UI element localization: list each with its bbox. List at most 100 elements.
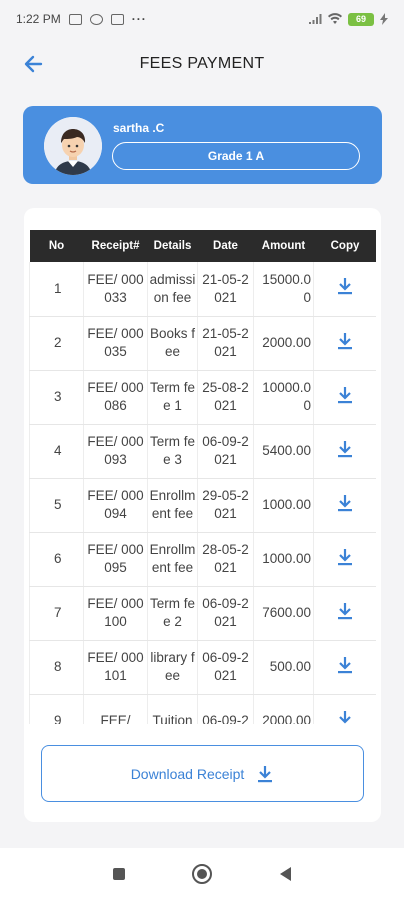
cell-no: 3: [29, 370, 84, 425]
status-right: 69: [308, 12, 388, 26]
cell-receipt: FEE/ 000093: [83, 424, 148, 479]
column-header-copy: Copy: [313, 230, 376, 262]
cell-details: Tuition: [147, 694, 198, 724]
table-row: 7 FEE/ 000100 Term fee 2 06-09-2 021 760…: [29, 586, 376, 641]
download-icon[interactable]: [336, 385, 354, 405]
cell-receipt: FEE/ 000100: [83, 586, 148, 641]
column-header-amount: Amount: [253, 230, 314, 262]
table-row: 8 FEE/ 000101 library fee 06-09-2 021 50…: [29, 640, 376, 695]
cell-receipt: FEE/ 000095: [83, 532, 148, 587]
column-header-details: Details: [147, 230, 198, 262]
cell-details: library fee: [147, 640, 198, 695]
cell-copy: [313, 586, 376, 641]
download-icon[interactable]: [336, 601, 354, 621]
download-receipt-button[interactable]: Download Receipt: [41, 745, 364, 802]
page-title: FEES PAYMENT: [139, 55, 265, 72]
cell-copy: [313, 424, 376, 479]
cell-copy: [313, 262, 376, 317]
column-header-date: Date: [197, 230, 254, 262]
download-icon[interactable]: [336, 276, 354, 296]
cell-details: Enrollm ent fee: [147, 532, 198, 587]
signal-icon: [309, 14, 322, 24]
fees-card: No Receipt# Details Date Amount Copy 1 F…: [24, 208, 381, 822]
cell-copy: [313, 316, 376, 371]
cell-amount: 7600.00: [253, 586, 314, 641]
cell-details: Term fee 1: [147, 370, 198, 425]
cell-no: 7: [29, 586, 84, 641]
cell-date: 25-08-2 021: [197, 370, 254, 425]
status-left: 1:22 PM ···: [16, 12, 147, 26]
cell-date: 06-09-2: [197, 694, 254, 724]
cell-details: Enrollm ent fee: [147, 478, 198, 533]
table-row: 4 FEE/ 000093 Term fee 3 06-09-2 021 540…: [29, 424, 376, 479]
cell-date: 28-05-2 021: [197, 532, 254, 587]
download-icon[interactable]: [336, 439, 354, 459]
cell-no: 9: [29, 694, 84, 724]
cell-copy: [313, 478, 376, 533]
column-header-no: No: [29, 230, 84, 262]
download-icon: [258, 765, 273, 782]
fees-table: No Receipt# Details Date Amount Copy 1 F…: [29, 230, 376, 724]
cell-no: 1: [29, 262, 84, 317]
cell-date: 06-09-2 021: [197, 586, 254, 641]
cell-details: Term fee 3: [147, 424, 198, 479]
more-notifications-icon: ···: [131, 12, 147, 26]
cell-no: 5: [29, 478, 84, 533]
cell-date: 06-09-2 021: [197, 640, 254, 695]
status-bar: 1:22 PM ··· 69: [0, 0, 404, 38]
student-name: sartha .C: [113, 121, 165, 135]
cell-copy: [313, 370, 376, 425]
download-receipt-label: Download Receipt: [130, 765, 245, 782]
recent-apps-icon[interactable]: [113, 868, 125, 880]
cell-no: 2: [29, 316, 84, 371]
download-icon[interactable]: [336, 709, 354, 725]
cell-amount: 1000.00: [253, 532, 314, 587]
battery-icon: 69: [348, 12, 374, 26]
download-icon[interactable]: [336, 547, 354, 567]
app-bar: FEES PAYMENT: [0, 40, 404, 88]
download-icon[interactable]: [336, 331, 354, 351]
table-row: 9 FEE/ Tuition 06-09-2 2000.00: [29, 694, 376, 725]
wifi-icon: [328, 13, 342, 24]
charging-icon: [380, 13, 388, 25]
cell-amount: 2000.00: [253, 316, 314, 371]
cell-copy: [313, 640, 376, 695]
notification-icon: [110, 13, 124, 25]
avatar: [44, 117, 102, 175]
table-header-row: No Receipt# Details Date Amount Copy: [29, 230, 376, 262]
table-row: 2 FEE/ 000035 Books fee 21-05-2 021 2000…: [29, 316, 376, 371]
cell-amount: 2000.00: [253, 694, 314, 724]
cell-copy: [313, 694, 376, 725]
cell-amount: 10000.0 0: [253, 370, 314, 425]
fees-table-scroll[interactable]: No Receipt# Details Date Amount Copy 1 F…: [29, 230, 376, 724]
cell-receipt: FEE/ 000086: [83, 370, 148, 425]
grade-badge: Grade 1 A: [112, 142, 360, 170]
cell-no: 8: [29, 640, 84, 695]
cell-receipt: FEE/ 000101: [83, 640, 148, 695]
message-icon: [68, 13, 82, 25]
cell-amount: 500.00: [253, 640, 314, 695]
status-time: 1:22 PM: [16, 12, 61, 26]
download-icon[interactable]: [336, 655, 354, 675]
system-back-icon[interactable]: [280, 867, 291, 881]
cell-receipt: FEE/ 000035: [83, 316, 148, 371]
table-row: 5 FEE/ 000094 Enrollm ent fee 29-05-2 02…: [29, 478, 376, 533]
cell-details: Term fee 2: [147, 586, 198, 641]
cell-copy: [313, 532, 376, 587]
back-arrow-icon[interactable]: [20, 50, 48, 78]
cell-amount: 1000.00: [253, 478, 314, 533]
cell-date: 21-05-2 021: [197, 316, 254, 371]
sync-icon: [89, 13, 103, 25]
cell-no: 6: [29, 532, 84, 587]
cell-receipt: FEE/ 000033: [83, 262, 148, 317]
table-row: 1 FEE/ 000033 admissi on fee 21-05-2 021…: [29, 262, 376, 317]
home-icon[interactable]: [192, 864, 212, 884]
table-row: 3 FEE/ 000086 Term fee 1 25-08-2 021 100…: [29, 370, 376, 425]
cell-amount: 15000.0 0: [253, 262, 314, 317]
download-icon[interactable]: [336, 493, 354, 513]
cell-date: 21-05-2 021: [197, 262, 254, 317]
cell-date: 29-05-2 021: [197, 478, 254, 533]
cell-details: admissi on fee: [147, 262, 198, 317]
student-profile-card: sartha .C Grade 1 A: [23, 106, 382, 184]
cell-amount: 5400.00: [253, 424, 314, 479]
